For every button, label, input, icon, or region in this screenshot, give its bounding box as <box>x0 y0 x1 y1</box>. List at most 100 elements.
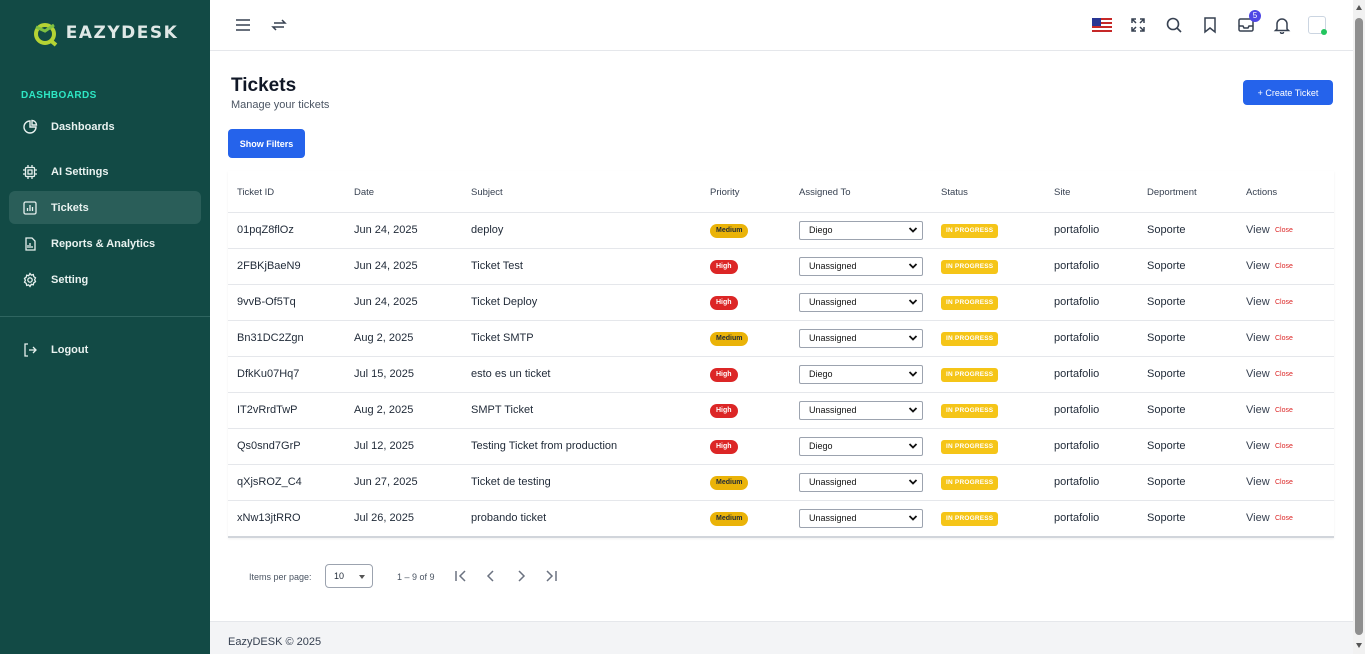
table-row[interactable]: xNw13jtRRO Jul 26, 2025 probando ticket Med… <box>228 501 1334 537</box>
scrollbar-thumb[interactable] <box>1355 18 1363 635</box>
chevron-down-icon <box>908 515 918 521</box>
bookmark-icon[interactable] <box>1201 16 1219 34</box>
column-header[interactable]: Deportment <box>1147 187 1197 198</box>
table-row[interactable]: DfkKu07Hq7 Jul 15, 2025 esto es un ticket H… <box>228 357 1334 393</box>
logo[interactable]: EAZYDESK <box>0 0 210 64</box>
column-header[interactable]: Status <box>941 187 968 198</box>
items-per-page-select[interactable]: 10 <box>325 564 373 588</box>
assignee-select[interactable]: Unassigned <box>799 293 923 312</box>
sidebar-item-setting[interactable]: Setting <box>9 263 201 296</box>
assignee-value: Unassigned <box>809 477 857 487</box>
sidebar-item-label: Logout <box>51 343 89 356</box>
table-row[interactable]: 2FBKjBaeN9 Jun 24, 2025 Ticket Test High Una… <box>228 249 1334 285</box>
column-header[interactable]: Subject <box>471 187 503 198</box>
sidebar-divider <box>0 316 210 317</box>
view-ticket-link[interactable]: View <box>1246 296 1270 308</box>
close-ticket-link[interactable]: Close <box>1275 479 1293 486</box>
last-page-icon[interactable] <box>543 568 559 584</box>
column-header[interactable]: Date <box>354 187 374 198</box>
view-ticket-link[interactable]: View <box>1246 440 1270 452</box>
assignee-value: Unassigned <box>809 333 857 343</box>
view-ticket-link[interactable]: View <box>1246 368 1270 380</box>
brand-name: EAZYDESK <box>65 23 179 43</box>
assignee-select[interactable]: Diego <box>799 221 923 240</box>
next-page-icon[interactable] <box>513 568 529 584</box>
close-ticket-link[interactable]: Close <box>1275 443 1293 450</box>
table-header: Ticket ID Date Subject Priority Assigned… <box>228 171 1334 213</box>
us-flag-icon[interactable] <box>1092 17 1112 33</box>
previous-page-icon[interactable] <box>483 568 499 584</box>
view-ticket-link[interactable]: View <box>1246 260 1270 272</box>
sidebar-item-label: Dashboards <box>51 120 115 133</box>
scroll-down-arrow-icon[interactable] <box>1356 643 1362 648</box>
assignee-select[interactable]: Unassigned <box>799 401 923 420</box>
bell-icon[interactable] <box>1273 16 1291 34</box>
close-ticket-link[interactable]: Close <box>1275 263 1293 270</box>
ticket-date: Jun 24, 2025 <box>354 260 418 272</box>
messages-button[interactable]: 5 <box>1237 10 1261 34</box>
scrollbar[interactable] <box>1353 0 1365 654</box>
assignee-select[interactable]: Diego <box>799 365 923 384</box>
swap-arrows-icon[interactable] <box>270 16 288 34</box>
ticket-department: Soporte <box>1147 476 1186 488</box>
menu-icon[interactable] <box>234 16 252 34</box>
assignee-select[interactable]: Unassigned <box>799 509 923 528</box>
status-badge: IN PROGRESS <box>941 476 999 490</box>
view-ticket-link[interactable]: View <box>1246 512 1270 524</box>
table-row[interactable]: Bn31DC2Zgn Aug 2, 2025 Ticket SMTP Medium Un… <box>228 321 1334 357</box>
sidebar-item-dashboards[interactable]: Dashboards <box>9 110 201 143</box>
view-ticket-link[interactable]: View <box>1246 476 1270 488</box>
table-row[interactable]: 01pqZ8flOz Jun 24, 2025 deploy Medium Diego I… <box>228 213 1334 249</box>
bar-chart-icon <box>23 200 37 215</box>
table-row[interactable]: Qs0snd7GrP Jul 12, 2025 Testing Ticket fro… <box>228 429 1334 465</box>
ticket-id: DfkKu07Hq7 <box>237 368 300 380</box>
close-ticket-link[interactable]: Close <box>1275 407 1293 414</box>
assignee-select[interactable]: Unassigned <box>799 257 923 276</box>
ticket-date: Jun 24, 2025 <box>354 296 418 308</box>
view-ticket-link[interactable]: View <box>1246 332 1270 344</box>
sidebar-item-logout[interactable]: Logout <box>9 333 201 366</box>
ticket-date: Aug 2, 2025 <box>354 404 414 416</box>
chip-icon <box>23 164 37 179</box>
ticket-department: Soporte <box>1147 296 1186 308</box>
page-title: Tickets <box>231 75 297 96</box>
ticket-date: Jul 12, 2025 <box>354 440 414 452</box>
close-ticket-link[interactable]: Close <box>1275 227 1293 234</box>
close-ticket-link[interactable]: Close <box>1275 515 1293 522</box>
column-header[interactable]: Assigned To <box>799 187 851 198</box>
status-badge: IN PROGRESS <box>941 404 999 418</box>
first-page-icon[interactable] <box>453 568 469 584</box>
search-icon[interactable] <box>1165 16 1183 34</box>
close-ticket-link[interactable]: Close <box>1275 335 1293 342</box>
column-header[interactable]: Ticket ID <box>237 187 274 198</box>
chevron-down-icon <box>908 263 918 269</box>
close-ticket-link[interactable]: Close <box>1275 371 1293 378</box>
create-ticket-button[interactable]: + Create Ticket <box>1243 80 1333 105</box>
sidebar-item-reports[interactable]: Reports & Analytics <box>9 227 201 260</box>
assignee-select[interactable]: Unassigned <box>799 473 923 492</box>
view-ticket-link[interactable]: View <box>1246 224 1270 236</box>
sidebar-item-ai-settings[interactable]: AI Settings <box>9 155 201 188</box>
avatar[interactable] <box>1308 16 1327 35</box>
ticket-subject: esto es un ticket <box>471 368 551 380</box>
footer: EazyDESK © 2025 <box>210 621 1353 654</box>
sidebar-item-label: Reports & Analytics <box>51 237 156 250</box>
status-badge: IN PROGRESS <box>941 512 999 526</box>
assignee-select[interactable]: Diego <box>799 437 923 456</box>
column-header[interactable]: Priority <box>710 187 740 198</box>
assignee-select[interactable]: Unassigned <box>799 329 923 348</box>
show-filters-button[interactable]: Show Filters <box>228 129 305 158</box>
close-ticket-link[interactable]: Close <box>1275 299 1293 306</box>
fullscreen-icon[interactable] <box>1129 16 1147 34</box>
ticket-id: 01pqZ8flOz <box>237 224 294 236</box>
column-header[interactable]: Site <box>1054 187 1070 198</box>
sidebar-item-tickets[interactable]: Tickets <box>9 191 201 224</box>
page-subtitle: Manage your tickets <box>231 99 330 111</box>
table-row[interactable]: qXjsROZ_C4 Jun 27, 2025 Ticket de testing M… <box>228 465 1334 501</box>
table-row[interactable]: IT2vRrdTwP Aug 2, 2025 SMPT Ticket High Unas… <box>228 393 1334 429</box>
table-row[interactable]: 9vvB-Of5Tq Jun 24, 2025 Ticket Deploy High U… <box>228 285 1334 321</box>
ticket-subject: probando ticket <box>471 512 547 524</box>
scroll-up-arrow-icon[interactable] <box>1356 5 1362 10</box>
priority-badge: High <box>710 440 738 454</box>
view-ticket-link[interactable]: View <box>1246 404 1270 416</box>
